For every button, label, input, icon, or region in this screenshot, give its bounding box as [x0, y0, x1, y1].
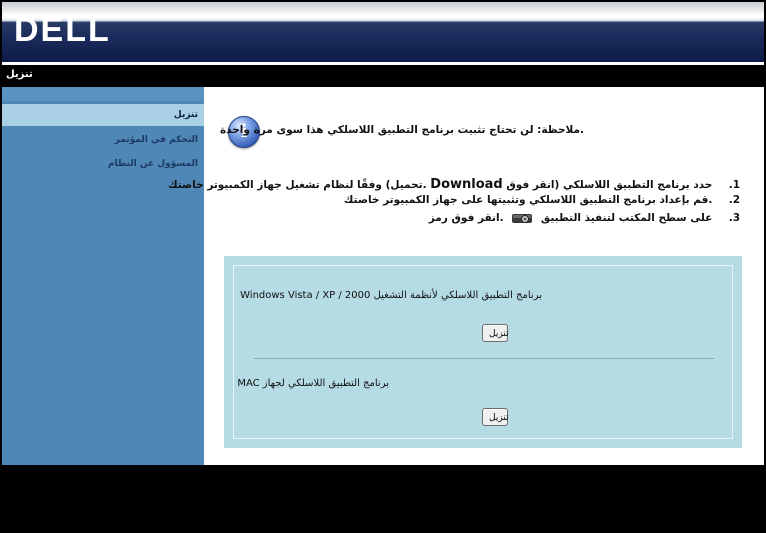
page-title: تنزيل: [6, 69, 33, 80]
step-text: .تحميل) وفقًا لنظام تشغيل جهاز الكمبيوتر…: [167, 179, 427, 191]
step-text: على سطح المكتب لتنفيذ التطبيق: [540, 212, 713, 224]
install-note: .ملاحظة: لن تحتاج تثبيت برنامج التطبيق ا…: [219, 124, 584, 136]
title-bar: تنزيل: [2, 65, 764, 87]
step-emphasis: Download: [430, 177, 503, 192]
step-number: 2.: [728, 194, 740, 206]
mac-download-button[interactable]: تنزيل: [482, 408, 509, 426]
step-3: 3. على سطح المكتب لتنفيذ التطبيق .انقر ف…: [220, 211, 740, 228]
dell-logo: DELL: [14, 11, 111, 48]
instruction-steps: 1. حدد برنامج التطبيق اللاسلكي (انقر فوق…: [168, 177, 740, 228]
sidebar-header-strip: [2, 87, 204, 101]
download-panel-inner: برنامج التطبيق اللاسلكي لأنظمة التشغيل W…: [233, 265, 733, 439]
step-number: 3.: [728, 212, 740, 224]
sidebar: تنزيل التحكم في المؤتمر المسؤول عن النظا…: [2, 87, 204, 465]
panel-divider: [254, 358, 714, 359]
step-text: .انقر فوق رمز: [428, 212, 504, 224]
footer-bar: [0, 465, 766, 533]
sidebar-item-system-admin[interactable]: المسؤول عن النظام: [2, 153, 204, 175]
header-banner: DELL: [2, 2, 764, 62]
step-1: 1. حدد برنامج التطبيق اللاسلكي (انقر فوق…: [168, 177, 740, 194]
step-2: 2. .قم بإعداد برنامج التطبيق اللاسلكي وت…: [220, 194, 740, 211]
step-number: 1.: [728, 179, 740, 191]
projector-icon: [511, 211, 533, 225]
svg-text:DELL: DELL: [14, 11, 111, 48]
download-panel: برنامج التطبيق اللاسلكي لأنظمة التشغيل W…: [224, 256, 742, 448]
windows-download-button[interactable]: تنزيل: [482, 324, 509, 342]
step-text: .قم بإعداد برنامج التطبيق اللاسلكي وتثبي…: [343, 194, 713, 206]
sidebar-item-download[interactable]: تنزيل: [2, 104, 204, 126]
mac-download-label: برنامج التطبيق اللاسلكي لجهاز MAC: [237, 378, 389, 389]
sidebar-item-conference-control[interactable]: التحكم في المؤتمر: [2, 129, 204, 151]
step-text: حدد برنامج التطبيق اللاسلكي (انقر فوق: [506, 179, 713, 191]
windows-download-label: برنامج التطبيق اللاسلكي لأنظمة التشغيل W…: [240, 290, 542, 301]
